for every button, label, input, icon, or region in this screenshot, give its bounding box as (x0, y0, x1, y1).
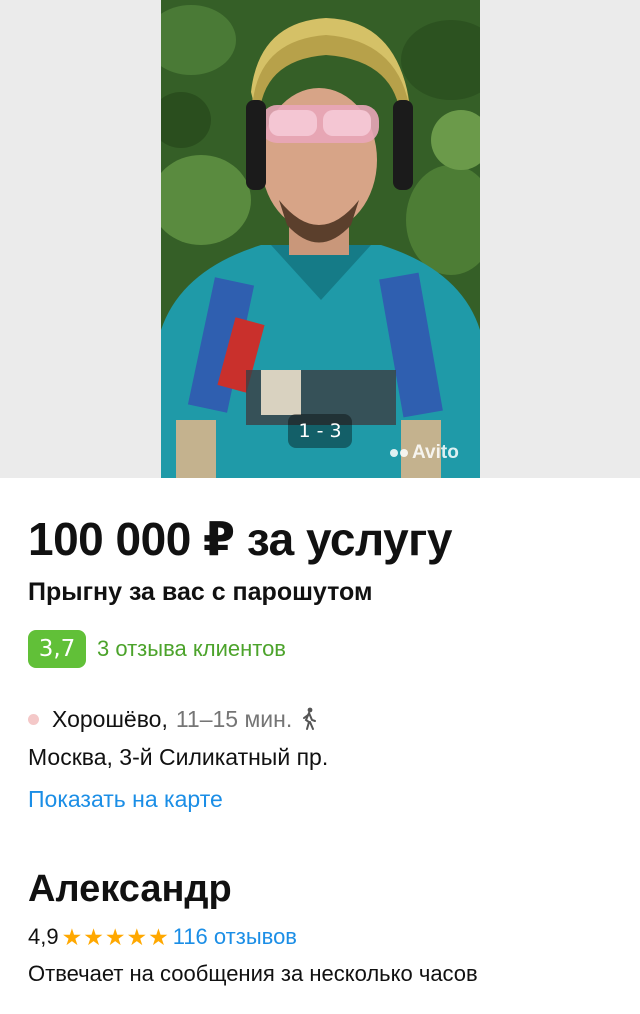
metro-walk-time: 11–15 мин. (175, 705, 293, 732)
seller-score: 4,9 (28, 924, 59, 949)
street-address: Москва, 3-й Силикатный пр. (28, 744, 329, 770)
client-reviews-link[interactable]: 3 отзыва клиентов (97, 636, 286, 662)
response-time: Отвечает на сообщения за несколько часов (28, 961, 478, 986)
avito-logo-icon (390, 449, 408, 457)
seller-name[interactable]: Александр (28, 867, 612, 911)
seller-reviews-link[interactable]: 116 отзывов (173, 924, 297, 950)
listing-details: 100 000 ₽ за услугу Прыгну за вас с паро… (0, 511, 640, 989)
star-icon: ★ (148, 923, 169, 950)
rating-badge: 3,7 (28, 630, 86, 668)
walk-icon (303, 707, 317, 730)
star-icon: ★ (126, 923, 148, 950)
metro-station: Хорошёво, 11–15 мин. (28, 703, 612, 735)
listing-title: Прыгну за вас с парошутом (28, 578, 373, 606)
show-on-map-link[interactable]: Показать на карте (28, 783, 612, 815)
listing-photo[interactable] (161, 0, 480, 478)
seller-stars: ★ ★ ★ ★ ★ (61, 923, 169, 950)
listing-rating-row[interactable]: 3,7 3 отзыва клиентов (28, 630, 612, 668)
star-icon: ★ (104, 923, 126, 950)
metro-dot-icon (28, 713, 39, 725)
address-block: Хорошёво, 11–15 мин. Москва, 3-й Силикат… (28, 703, 612, 815)
listing-price: 100 000 ₽ за услугу (28, 513, 452, 565)
seller-rating-row[interactable]: 4,9 ★ ★ ★ ★ ★ 116 отзывов (28, 922, 612, 952)
metro-name: Хорошёво, (52, 705, 168, 732)
photo-gallery[interactable]: 1 - 3 Avito (0, 0, 640, 478)
avito-watermark: Avito (390, 442, 459, 464)
star-icon: ★ (61, 923, 83, 950)
watermark-text: Avito (412, 442, 459, 463)
photo-counter: 1 - 3 (288, 414, 352, 448)
star-icon: ★ (83, 923, 104, 950)
